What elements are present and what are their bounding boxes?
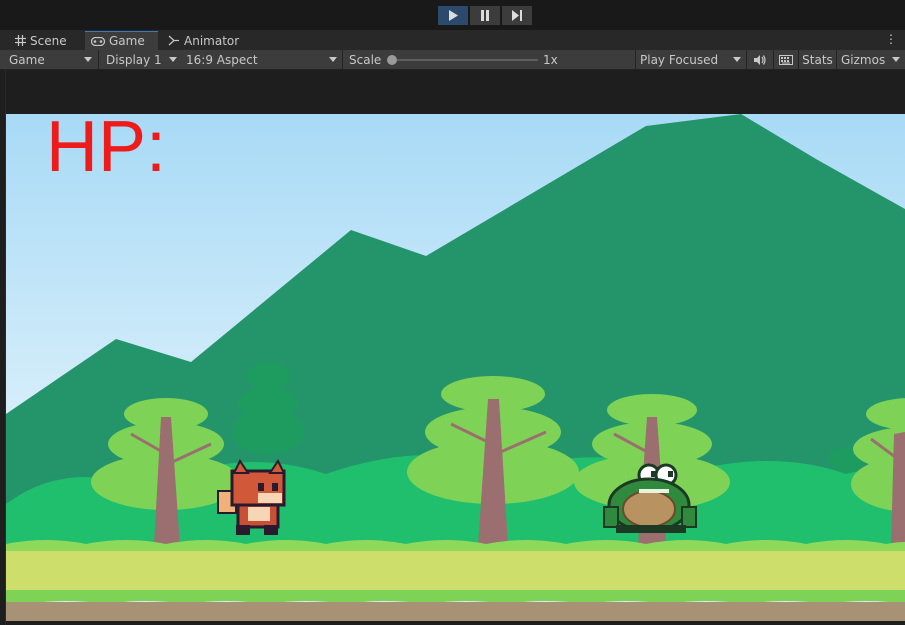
dirt-path: [6, 551, 905, 591]
tab-game[interactable]: Game: [85, 31, 158, 50]
tab-scene-label: Scene: [30, 33, 67, 48]
gizmos-label: Gizmos: [841, 53, 886, 67]
game-scene: [6, 114, 905, 621]
play-mode-dropdown[interactable]: Play Focused: [636, 50, 746, 70]
scale-slider-track[interactable]: [392, 59, 538, 61]
scale-slider-handle[interactable]: [387, 55, 397, 65]
view-mode-label: Game: [9, 53, 45, 67]
pause-button[interactable]: [470, 6, 500, 25]
animator-icon: [168, 35, 180, 46]
pause-icon: [481, 10, 489, 21]
step-button[interactable]: [502, 6, 532, 25]
game-viewport[interactable]: HP:: [6, 114, 905, 621]
more-options-icon[interactable]: ⋮: [885, 32, 897, 46]
speaker-icon: [754, 55, 766, 65]
scale-value: 1x: [543, 53, 558, 67]
keyboard-icon: [779, 55, 793, 65]
window-tabs: Scene Game Animator ⋮: [0, 30, 905, 50]
tab-scene[interactable]: Scene: [8, 31, 84, 50]
gizmos-dropdown[interactable]: Gizmos: [837, 50, 905, 70]
game-view-toolbar: Game Display 1 16:9 Aspect Scale 1x Play…: [0, 50, 905, 70]
scale-label: Scale: [349, 53, 382, 67]
gamepad-icon: [91, 36, 105, 46]
stats-button[interactable]: Stats: [799, 50, 836, 70]
mute-audio-button[interactable]: [747, 50, 773, 70]
aspect-dropdown[interactable]: 16:9 Aspect: [182, 50, 342, 70]
play-mode-label: Play Focused: [640, 53, 719, 67]
tab-animator[interactable]: Animator: [162, 31, 252, 50]
dirt-ground: [6, 602, 905, 621]
tab-animator-label: Animator: [184, 33, 240, 48]
aspect-label: 16:9 Aspect: [186, 53, 258, 67]
display-label: Display 1: [106, 53, 162, 67]
step-icon: [512, 10, 522, 21]
hp-label: HP:: [46, 114, 167, 187]
grid-icon: [15, 35, 26, 46]
play-toolbar: [0, 0, 905, 30]
tab-game-label: Game: [109, 34, 145, 48]
play-button[interactable]: [438, 6, 468, 25]
display-dropdown[interactable]: Display 1: [99, 50, 182, 70]
play-icon: [449, 10, 458, 21]
view-mode-dropdown[interactable]: Game: [0, 50, 97, 70]
shortcuts-button[interactable]: [774, 50, 798, 70]
